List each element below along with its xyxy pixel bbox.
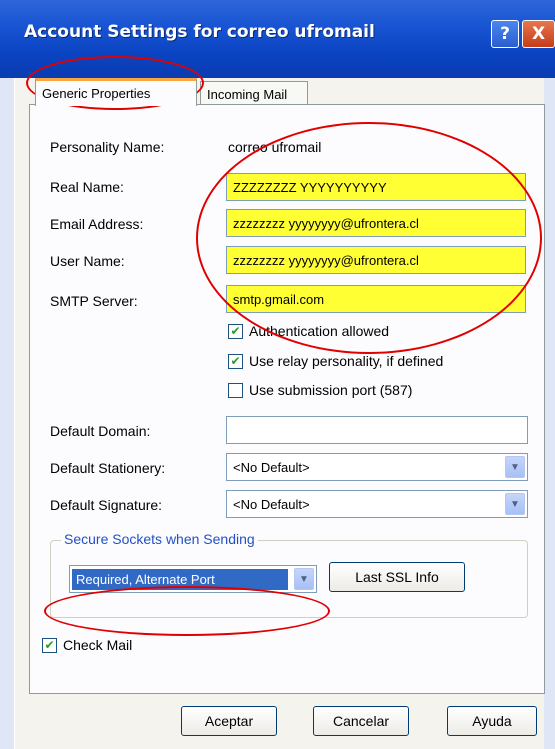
chevron-down-icon[interactable]: ▼ xyxy=(505,456,525,478)
smtp-server-value: smtp.gmail.com xyxy=(233,291,325,307)
secure-sockets-select[interactable]: Required, Alternate Port ▼ xyxy=(69,565,317,593)
default-domain-label: Default Domain: xyxy=(50,423,151,439)
account-settings-window: Account Settings for correo ufromail ? X… xyxy=(0,0,555,749)
accept-button[interactable]: Aceptar xyxy=(181,706,277,736)
default-stationery-label: Default Stationery: xyxy=(50,460,166,476)
secure-sockets-group-title: Secure Sockets when Sending xyxy=(61,531,258,547)
default-stationery-value: <No Default> xyxy=(233,459,310,475)
email-address-field[interactable]: zzzzzzzz yyyyyyyy@ufrontera.cl xyxy=(226,209,526,237)
default-signature-value: <No Default> xyxy=(233,496,310,512)
checkmark-icon: ✔ xyxy=(228,323,243,339)
title-bar[interactable]: Account Settings for correo ufromail ? X xyxy=(0,0,555,78)
help-button[interactable]: Ayuda xyxy=(447,706,537,736)
personality-name-label: Personality Name: xyxy=(50,139,165,155)
chevron-down-icon[interactable]: ▼ xyxy=(505,493,525,515)
email-address-value: zzzzzzzz yyyyyyyy@ufrontera.cl xyxy=(233,215,419,231)
personality-name-value: correo ufromail xyxy=(228,139,322,155)
tab-label: Incoming Mail xyxy=(207,87,288,102)
default-signature-select[interactable]: <No Default> ▼ xyxy=(226,490,528,518)
default-stationery-select[interactable]: <No Default> ▼ xyxy=(226,453,528,481)
question-icon: ? xyxy=(500,24,510,44)
generic-properties-page: Personality Name: correo ufromail Real N… xyxy=(29,104,545,694)
checkmark-icon: ✔ xyxy=(42,637,57,653)
close-icon: X xyxy=(531,24,546,44)
checkmark-icon: ✔ xyxy=(228,353,243,369)
user-name-field[interactable]: zzzzzzzz yyyyyyyy@ufrontera.cl xyxy=(226,246,526,274)
checkbox-box-icon xyxy=(228,382,243,398)
check-mail-label: Check Mail xyxy=(63,637,133,653)
window-title: Account Settings for correo ufromail xyxy=(24,22,375,42)
email-address-label: Email Address: xyxy=(50,216,144,232)
smtp-server-label: SMTP Server: xyxy=(50,293,138,309)
help-label: Ayuda xyxy=(472,713,512,729)
chevron-down-icon[interactable]: ▼ xyxy=(294,568,314,590)
authentication-allowed-checkbox[interactable]: ✔ Authentication allowed xyxy=(228,323,389,339)
default-domain-field[interactable] xyxy=(226,416,528,444)
tab-generic-properties[interactable]: Generic Properties xyxy=(35,78,197,106)
default-signature-label: Default Signature: xyxy=(50,497,163,513)
real-name-value: ZZZZZZZZ YYYYYYYYYY xyxy=(233,179,387,195)
secure-sockets-group: Secure Sockets when Sending Required, Al… xyxy=(50,531,528,618)
real-name-label: Real Name: xyxy=(50,179,124,195)
secure-sockets-value: Required, Alternate Port xyxy=(72,568,288,590)
use-submission-port-label: Use submission port (587) xyxy=(249,382,413,398)
last-ssl-info-button[interactable]: Last SSL Info xyxy=(329,562,465,592)
use-submission-port-checkbox[interactable]: Use submission port (587) xyxy=(228,382,412,398)
help-title-button[interactable]: ? xyxy=(491,20,519,48)
accept-label: Aceptar xyxy=(204,713,254,729)
user-name-label: User Name: xyxy=(50,253,125,269)
authentication-allowed-label: Authentication allowed xyxy=(249,323,390,339)
real-name-field[interactable]: ZZZZZZZZ YYYYYYYYYY xyxy=(226,173,526,201)
cancel-label: Cancelar xyxy=(332,713,390,729)
smtp-server-field[interactable]: smtp.gmail.com xyxy=(226,285,526,313)
use-relay-personality-label: Use relay personality, if defined xyxy=(249,353,444,369)
use-relay-personality-checkbox[interactable]: ✔ Use relay personality, if defined xyxy=(228,353,443,369)
close-button[interactable]: X xyxy=(522,20,555,48)
tab-label: Generic Properties xyxy=(42,86,151,101)
check-mail-checkbox[interactable]: ✔ Check Mail xyxy=(42,637,132,653)
dialog-client-area: Generic Properties Incoming Mail Persona… xyxy=(14,78,545,749)
cancel-button[interactable]: Cancelar xyxy=(313,706,409,736)
last-ssl-info-label: Last SSL Info xyxy=(355,569,439,585)
user-name-value: zzzzzzzz yyyyyyyy@ufrontera.cl xyxy=(233,252,419,268)
